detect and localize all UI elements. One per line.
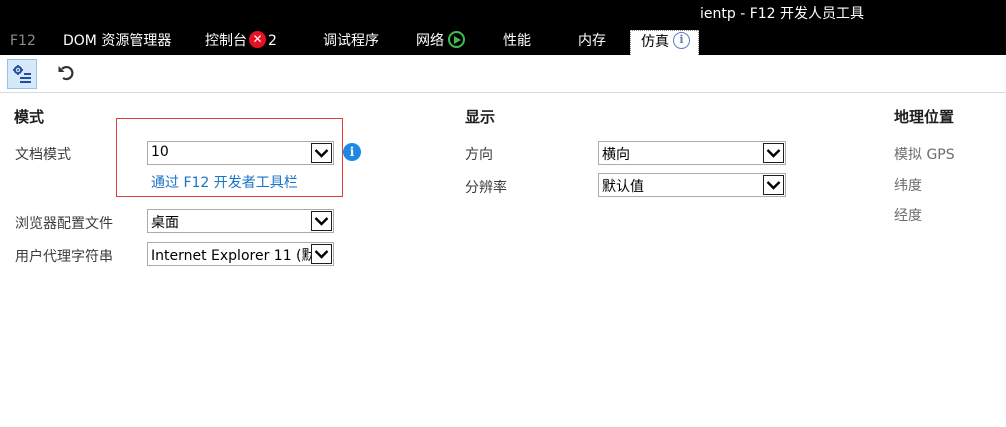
display-section-title: 显示 <box>465 108 496 126</box>
chevron-down-icon <box>763 143 784 163</box>
window-title: ientp - F12 开发人员工具 <box>700 6 865 22</box>
browser-profile-value: 桌面 <box>151 215 179 231</box>
geolocation-section-title: 地理位置 <box>894 108 955 126</box>
simulate-gps-label: 模拟 GPS <box>894 147 955 163</box>
tab-performance[interactable]: 性能 <box>503 30 531 55</box>
chevron-down-icon <box>311 211 332 231</box>
highlight-box <box>116 118 343 197</box>
error-icon: ✕ <box>249 31 266 48</box>
tab-console[interactable]: 控制台 ✕ 2 <box>205 30 277 55</box>
console-error-count: 2 <box>268 33 277 49</box>
user-agent-select[interactable]: Internet Explorer 11 (默 <box>147 242 334 266</box>
tab-console-label: 控制台 <box>205 33 247 49</box>
user-agent-label: 用户代理字符串 <box>15 249 113 265</box>
persist-emulation-button[interactable] <box>7 59 37 89</box>
tab-network[interactable]: 网络 <box>416 30 465 55</box>
emulation-toolbar <box>0 55 1006 93</box>
tab-emulation[interactable]: 仿真 i <box>630 30 699 55</box>
undo-icon <box>58 66 74 81</box>
browser-profile-label: 浏览器配置文件 <box>15 216 113 232</box>
resolution-select[interactable]: 默认值 <box>598 173 786 197</box>
chevron-down-icon <box>763 175 784 195</box>
latitude-label: 纬度 <box>894 178 922 194</box>
tab-debugger[interactable]: 调试程序 <box>323 30 379 55</box>
f12-brand-label: F12 <box>10 33 36 49</box>
devtools-header: ientp - F12 开发人员工具 F12 DOM 资源管理器 控制台 ✕ 2 调… <box>0 0 1006 55</box>
orientation-label: 方向 <box>465 147 493 163</box>
document-mode-info-icon[interactable]: i <box>343 143 361 161</box>
orientation-select[interactable]: 横向 <box>598 141 786 165</box>
resolution-label: 分辨率 <box>465 180 507 196</box>
tab-emulation-label: 仿真 <box>641 34 669 50</box>
longitude-label: 经度 <box>894 208 922 224</box>
info-icon: i <box>673 32 690 49</box>
browser-profile-select[interactable]: 桌面 <box>147 209 334 233</box>
mode-section-title: 模式 <box>14 108 45 126</box>
chevron-down-icon <box>311 244 332 264</box>
reset-emulation-button[interactable] <box>52 59 82 89</box>
user-agent-value: Internet Explorer 11 (默 <box>151 248 316 264</box>
settings-list-icon <box>13 65 31 83</box>
document-mode-label: 文档模式 <box>15 147 71 163</box>
resolution-value: 默认值 <box>602 179 644 195</box>
play-icon <box>448 31 465 48</box>
tab-network-label: 网络 <box>416 33 444 49</box>
tab-dom-explorer[interactable]: DOM 资源管理器 <box>63 30 171 55</box>
tab-memory[interactable]: 内存 <box>578 30 606 55</box>
orientation-value: 横向 <box>602 147 630 163</box>
